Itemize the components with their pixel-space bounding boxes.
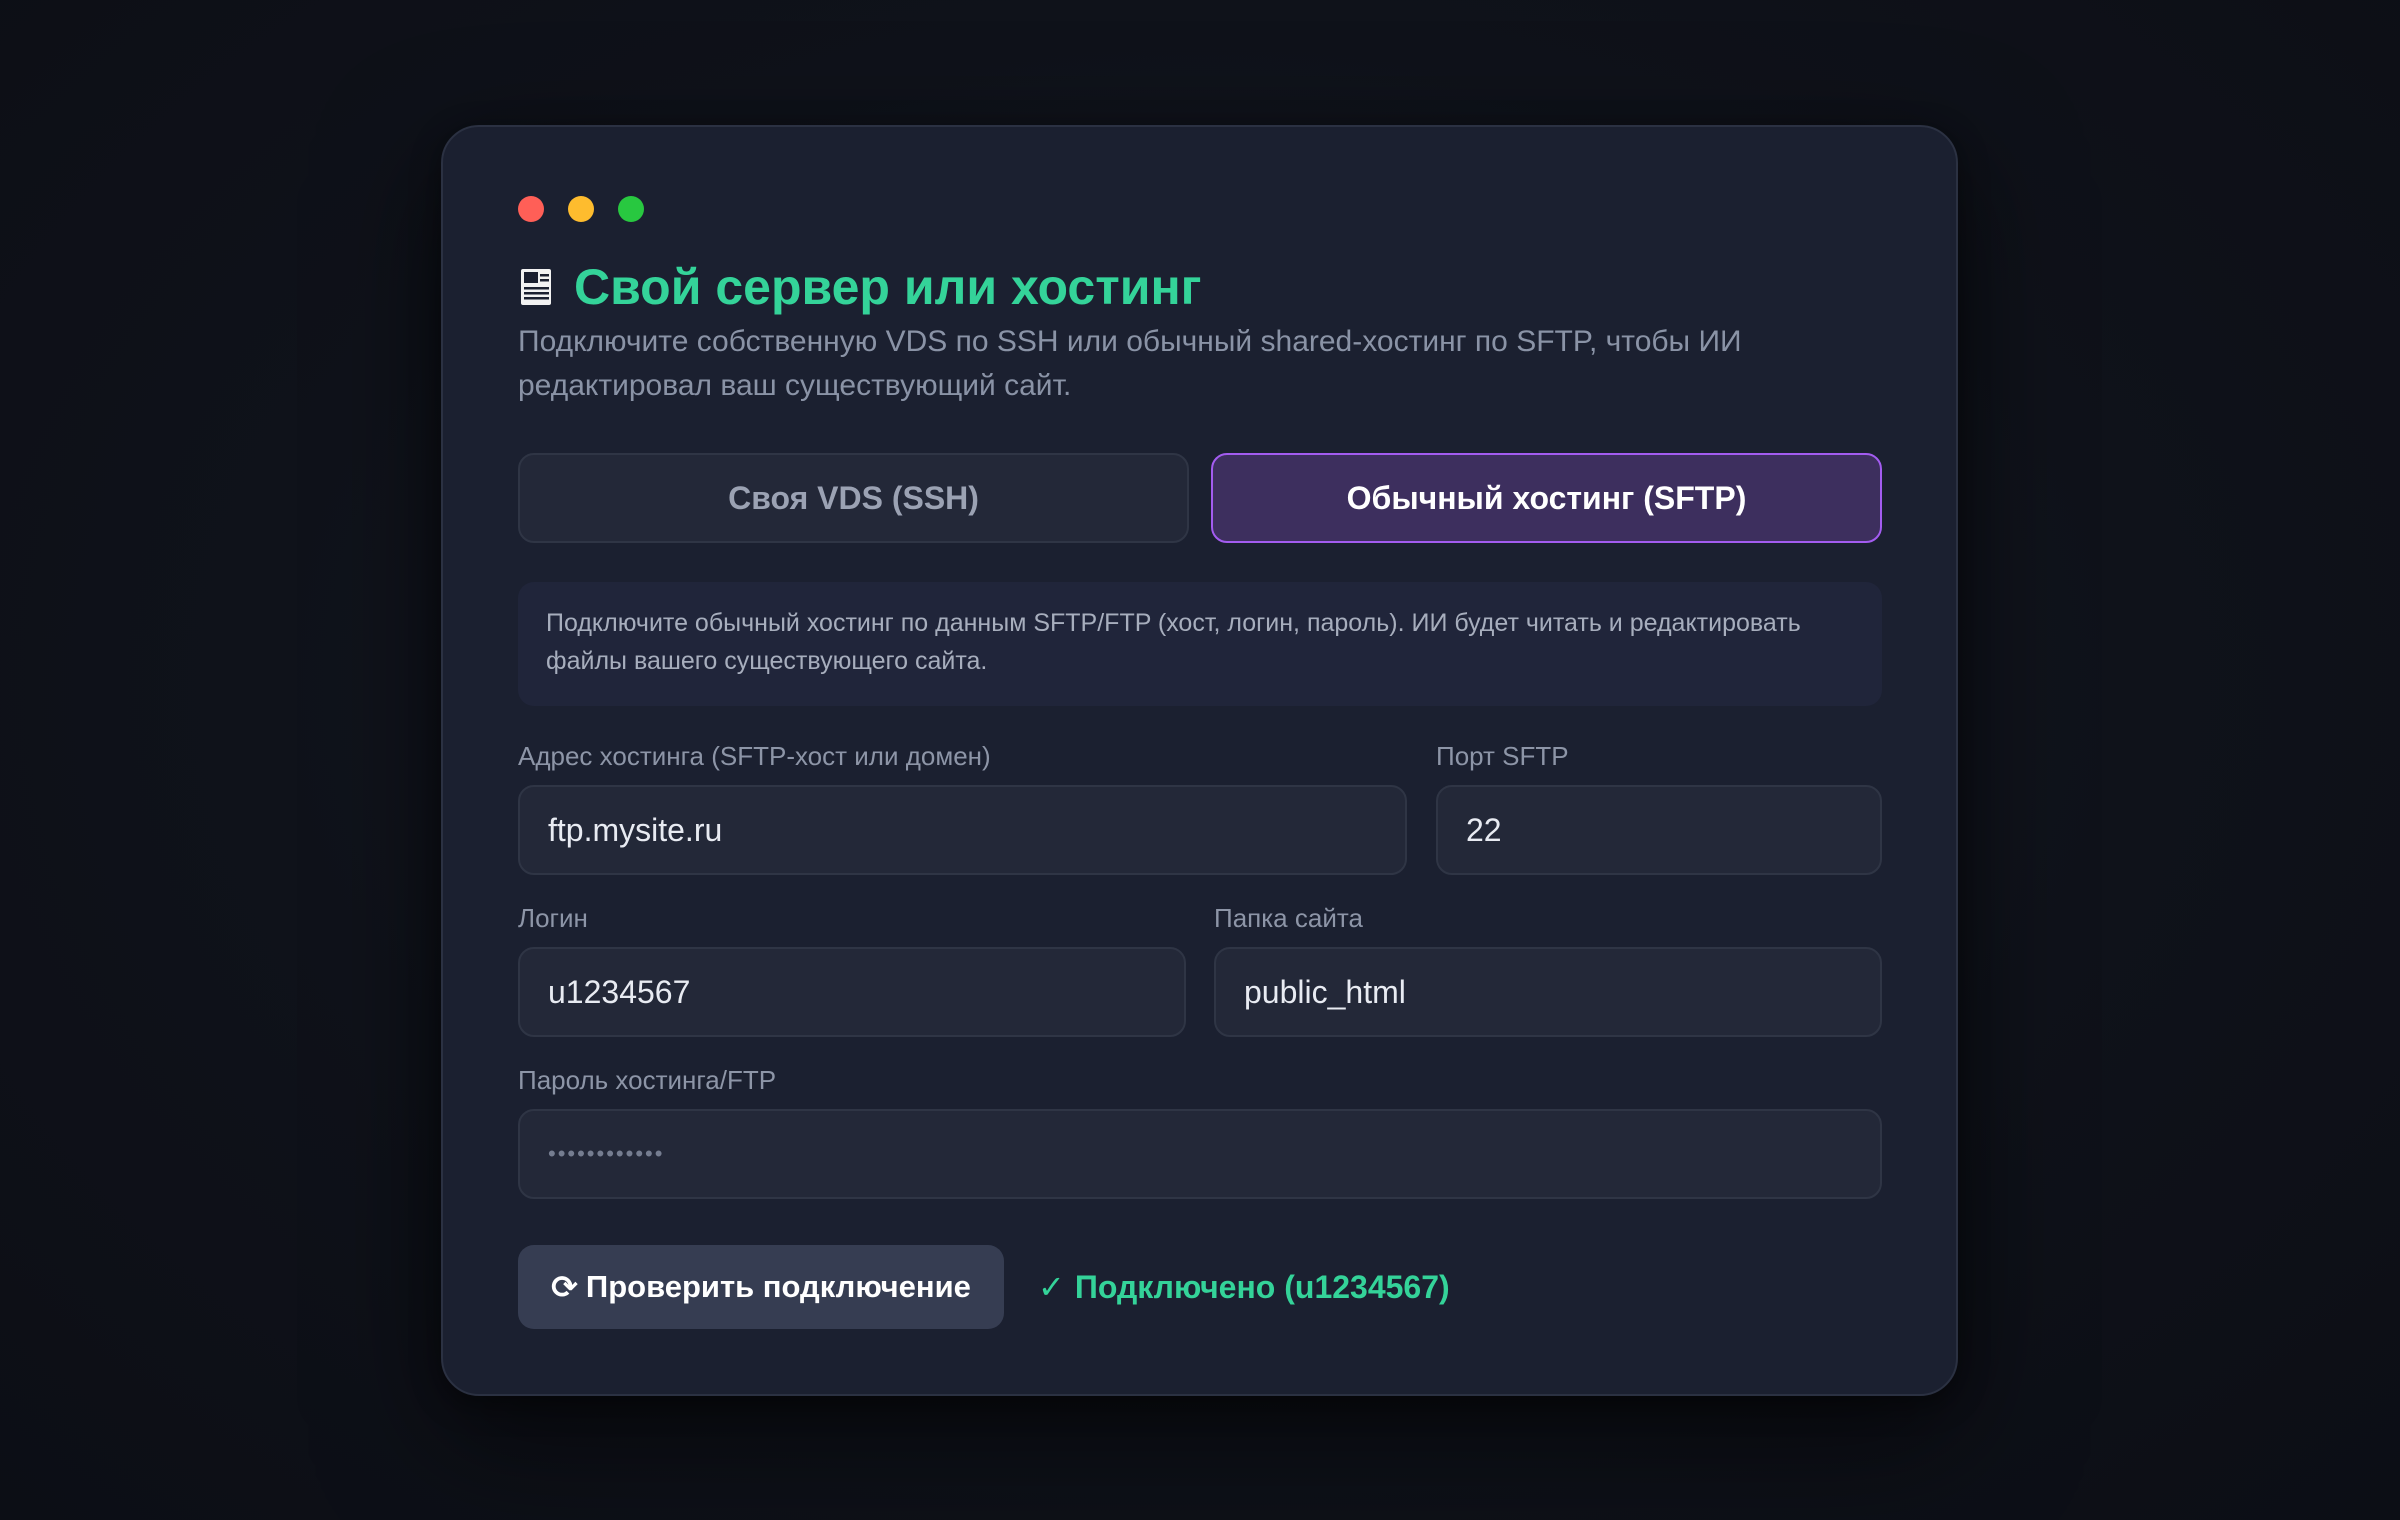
folder-input[interactable]: public_html xyxy=(1214,947,1882,1037)
checkmark-icon: ✓ xyxy=(1038,1269,1065,1305)
port-input[interactable]: 22 xyxy=(1436,785,1882,875)
check-connection-button[interactable]: ⟳ Проверить подключение xyxy=(518,1245,1004,1329)
page-subtitle: Подключите собственную VDS по SSH или об… xyxy=(518,325,1742,402)
info-box: Подключите обычный хостинг по данным SFT… xyxy=(518,582,1882,706)
window-controls xyxy=(518,196,644,222)
host-label: Адрес хостинга (SFTP-хост или домен) xyxy=(518,741,991,771)
password-input[interactable]: •••••••••••• xyxy=(518,1109,1882,1199)
connection-type-tabs: Своя VDS (SSH) Обычный хостинг (SFTP) xyxy=(518,453,1882,543)
check-connection-label: Проверить подключение xyxy=(585,1269,971,1304)
server-icon xyxy=(518,266,554,308)
page-title: Свой сервер или хостинг xyxy=(574,259,1202,315)
login-input[interactable]: u1234567 xyxy=(518,947,1186,1037)
header: Свой сервер или хостинг xyxy=(518,257,1201,317)
tab-vds-ssh[interactable]: Своя VDS (SSH) xyxy=(518,453,1189,543)
host-input[interactable]: ftp.mysite.ru xyxy=(518,785,1407,875)
folder-label: Папка сайта xyxy=(1214,903,1363,933)
refresh-icon: ⟳ xyxy=(551,1269,578,1305)
close-window-button[interactable] xyxy=(518,196,544,222)
port-label: Порт SFTP xyxy=(1436,741,1569,771)
minimize-window-button[interactable] xyxy=(568,196,594,222)
connection-status: ✓ Подключено (u1234567) xyxy=(1038,1245,1450,1329)
connection-status-text: Подключено (u1234567) xyxy=(1074,1268,1450,1305)
app-window: Свой сервер или хостинг Подключите собст… xyxy=(441,125,1958,1396)
maximize-window-button[interactable] xyxy=(618,196,644,222)
login-label: Логин xyxy=(518,903,588,933)
tab-hosting-sftp[interactable]: Обычный хостинг (SFTP) xyxy=(1211,453,1882,543)
password-label: Пароль хостинга/FTP xyxy=(518,1065,777,1095)
